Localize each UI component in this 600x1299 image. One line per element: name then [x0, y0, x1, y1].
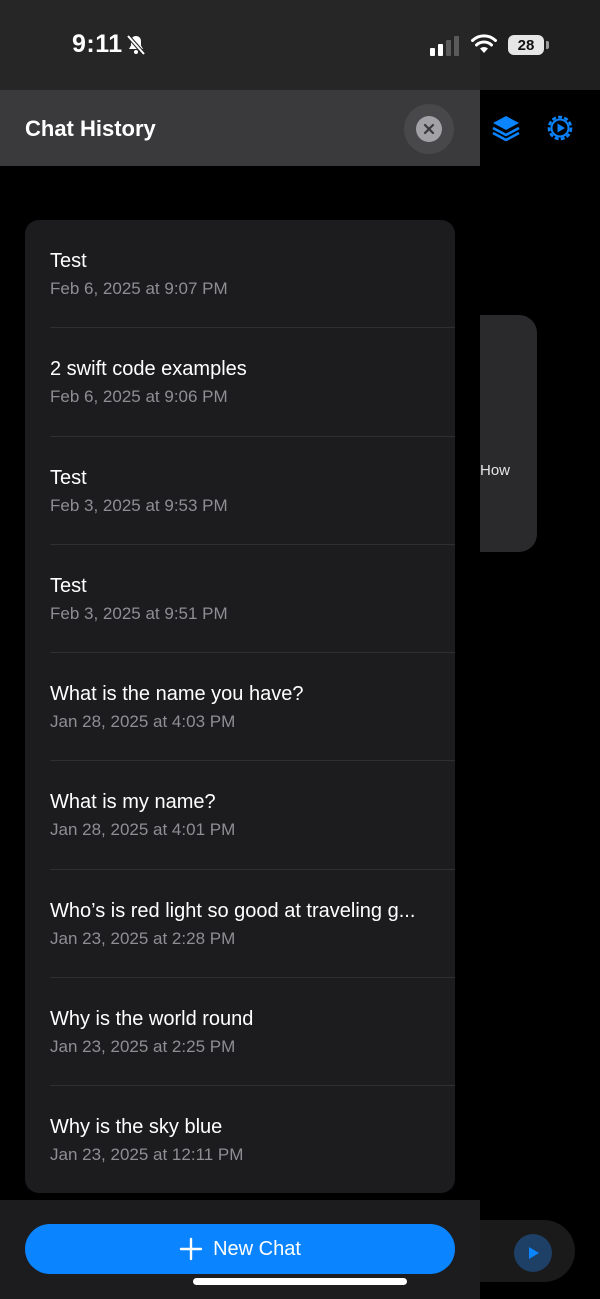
status-time: 9:11: [72, 30, 123, 58]
send-button[interactable]: [514, 1234, 552, 1272]
new-chat-button[interactable]: New Chat: [25, 1224, 455, 1274]
chat-timestamp: Feb 6, 2025 at 9:07 PM: [50, 279, 228, 298]
chat-timestamp: Feb 3, 2025 at 9:51 PM: [50, 603, 228, 623]
list-item[interactable]: Why is the sky blue Jan 23, 2025 at 12:11…: [25, 1086, 455, 1193]
home-indicator: [193, 1278, 407, 1285]
chat-timestamp: Feb 6, 2025 at 9:06 PM: [50, 387, 228, 407]
background-message-text: How: [480, 462, 511, 479]
plus-icon: [179, 1237, 203, 1261]
new-chat-label: New Chat: [213, 1237, 301, 1260]
chat-title: 2 swift code examples: [50, 358, 247, 381]
page-title: Chat History: [25, 116, 156, 141]
list-item[interactable]: Who’s is red light so good at traveling …: [25, 870, 455, 979]
list-item[interactable]: What is the name you have? Jan 28, 2025 a…: [25, 653, 455, 762]
list-item[interactable]: Test Feb 6, 2025 at 9:07 PM: [25, 220, 455, 329]
chat-history-list: Test Feb 6, 2025 at 9:07 PM 2 swift code e…: [25, 220, 455, 1193]
chat-title: Test: [50, 250, 87, 272]
chat-timestamp: Jan 23, 2025 at 12:11 PM: [50, 1145, 244, 1165]
cellular-signal-icon: [430, 36, 459, 56]
list-item[interactable]: Test Feb 3, 2025 at 9:51 PM: [25, 545, 455, 654]
chat-timestamp: Feb 3, 2025 at 9:53 PM: [50, 495, 228, 515]
play-icon: [529, 1247, 539, 1259]
list-item[interactable]: Why is the world round Jan 23, 2025 at 2:…: [25, 978, 455, 1087]
list-item[interactable]: 2 swift code examples Feb 6, 2025 at 9:06…: [25, 328, 455, 437]
chat-timestamp: Jan 23, 2025 at 2:25 PM: [50, 1037, 236, 1057]
bell-slash-icon: [126, 34, 146, 56]
chat-timestamp: Jan 28, 2025 at 4:03 PM: [50, 712, 236, 732]
gear-icon[interactable]: [544, 112, 576, 144]
chat-timestamp: Jan 23, 2025 at 2:28 PM: [50, 928, 236, 948]
chat-title: Who’s is red light so good at traveling …: [50, 899, 416, 922]
close-icon: [416, 116, 442, 142]
battery-cap: [546, 41, 549, 49]
background-message-card: [480, 315, 537, 552]
chat-title: Test: [50, 574, 87, 597]
battery-indicator: 28: [508, 35, 544, 55]
close-button[interactable]: [404, 104, 454, 154]
layers-icon[interactable]: [490, 112, 522, 144]
chat-timestamp: Jan 28, 2025 at 4:01 PM: [50, 820, 236, 840]
wifi-icon: [471, 34, 497, 53]
list-item[interactable]: What is my name? Jan 28, 2025 at 4:01 PM: [25, 761, 455, 870]
chat-title: What is the name you have?: [50, 683, 304, 706]
chat-title: Test: [50, 466, 87, 489]
chat-title: Why is the sky blue: [50, 1116, 223, 1139]
chat-title: Why is the world round: [50, 1008, 254, 1031]
list-item[interactable]: Test Feb 3, 2025 at 9:53 PM: [25, 437, 455, 545]
chat-title: What is my name?: [50, 791, 216, 814]
